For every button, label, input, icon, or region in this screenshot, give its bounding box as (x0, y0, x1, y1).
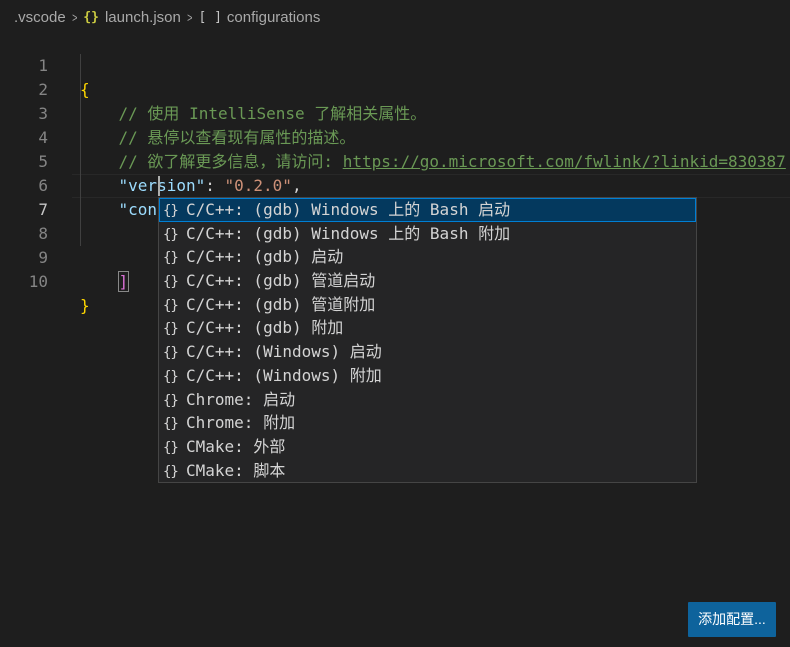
breadcrumb-symbol[interactable]: configurations (227, 9, 320, 26)
suggest-item[interactable]: {} Chrome: 启动 (159, 388, 696, 412)
code-line[interactable]: 6 "configurations": [ (0, 150, 790, 220)
breadcrumb: .vscode > {} launch.json > [ ] configura… (0, 0, 790, 34)
suggest-item[interactable]: {} C/C++: (Windows) 附加 (159, 364, 696, 388)
suggest-label: C/C++: (gdb) 附加 (186, 318, 344, 338)
snippet-icon: {} (163, 416, 179, 433)
snippet-icon: {} (163, 463, 179, 480)
snippet-icon: {} (163, 368, 179, 385)
suggest-item[interactable]: {} C/C++: (gdb) Windows 上的 Bash 启动 (159, 198, 696, 222)
suggest-label: C/C++: (gdb) Windows 上的 Bash 启动 (186, 200, 511, 219)
code-line[interactable]: 4 // 欲了解更多信息，请访问: https://go.microsoft.c… (0, 102, 790, 171)
suggest-label: C/C++: (gdb) Windows 上的 Bash 附加 (186, 223, 511, 243)
suggest-item[interactable]: {} Chrome: 附加 (159, 411, 696, 435)
suggest-label: C/C++: (Windows) 附加 (186, 365, 382, 385)
snippet-icon: {} (163, 345, 179, 362)
snippet-icon: {} (163, 203, 179, 219)
suggest-label: C/C++: (Windows) 启动 (186, 342, 382, 362)
snippet-icon: {} (163, 439, 179, 456)
suggest-item[interactable]: {} C/C++: (gdb) 管道启动 (159, 269, 696, 293)
code-line-active[interactable]: 7 (0, 174, 790, 219)
suggest-label: CMake: 脚本 (186, 460, 286, 480)
snippet-icon: {} (163, 274, 179, 291)
line-number: 10 (28, 272, 48, 291)
suggest-widget[interactable]: {} C/C++: (gdb) Windows 上的 Bash 启动 {} C/C+… (158, 197, 697, 483)
breadcrumb-folder[interactable]: .vscode (14, 9, 66, 26)
add-configuration-button[interactable]: 添加配置... (688, 602, 776, 637)
suggest-label: C/C++: (gdb) 管道启动 (186, 271, 376, 291)
suggest-label: C/C++: (gdb) 启动 (186, 247, 344, 267)
snippet-icon: {} (163, 321, 179, 338)
json-file-icon: {} (83, 9, 99, 25)
close-bracket: ] (117, 271, 130, 292)
code-text: } (80, 296, 90, 315)
snippet-icon: {} (163, 250, 179, 267)
code-line[interactable]: 3 // 悬停以查看现有属性的描述。 (0, 78, 790, 147)
suggest-item[interactable]: {} C/C++: (gdb) 管道附加 (159, 293, 696, 317)
snippet-icon: {} (163, 392, 179, 409)
suggest-item[interactable]: {} C/C++: (gdb) 启动 (159, 245, 696, 269)
suggest-label: CMake: 外部 (186, 436, 286, 456)
suggest-label: Chrome: 启动 (186, 389, 296, 409)
suggest-label: Chrome: 附加 (186, 413, 296, 433)
code-line[interactable]: 1 { (0, 30, 790, 99)
breadcrumb-file[interactable]: launch.json (105, 9, 181, 26)
chevron-right-icon: > (71, 9, 78, 25)
suggest-item[interactable]: {} C/C++: (gdb) 附加 (159, 316, 696, 340)
text-cursor (158, 176, 160, 196)
suggest-item[interactable]: {} C/C++: (gdb) Windows 上的 Bash 附加 (159, 222, 696, 246)
chevron-right-icon: > (186, 9, 193, 25)
array-symbol-icon: [ ] (198, 9, 222, 25)
suggest-item[interactable]: {} CMake: 脚本 (159, 459, 696, 482)
code-line[interactable]: 2 // 使用 IntelliSense 了解相关属性。 (0, 54, 790, 123)
snippet-icon: {} (163, 226, 179, 243)
code-text: ] (80, 270, 130, 294)
snippet-icon: {} (163, 297, 179, 314)
code-line[interactable]: 5 "version": "0.2.0", (0, 126, 790, 195)
suggest-item[interactable]: {} C/C++: (Windows) 启动 (159, 340, 696, 364)
suggest-label: C/C++: (gdb) 管道附加 (186, 294, 376, 314)
suggest-item[interactable]: {} CMake: 外部 (159, 435, 696, 459)
